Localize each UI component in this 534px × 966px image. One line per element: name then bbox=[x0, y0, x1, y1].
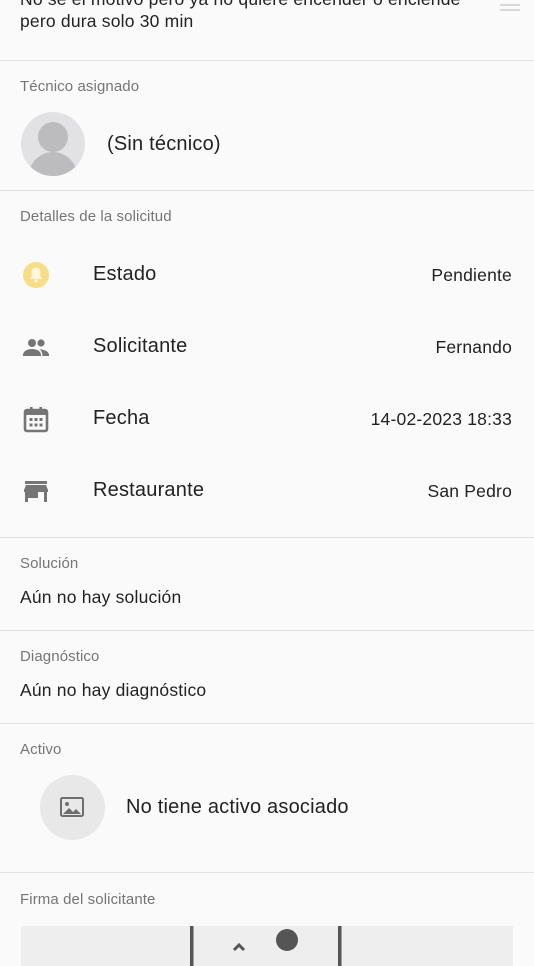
asset-image-placeholder[interactable] bbox=[40, 775, 105, 840]
solution-section-label: Solución bbox=[20, 555, 79, 572]
request-description: No se el motivo pero ya no quiere encend… bbox=[20, 0, 520, 32]
store-icon bbox=[24, 481, 48, 502]
request-description-line-2: pero dura solo 30 min bbox=[20, 11, 194, 31]
diagnosis-text: Aún no hay diagnóstico bbox=[20, 680, 207, 700]
detail-row-date: Fecha 14-02-2023 18:33 bbox=[0, 399, 534, 439]
details-section-label: Detalles de la solicitud bbox=[20, 208, 172, 225]
divider bbox=[0, 723, 534, 724]
detail-label-requester: Solicitante bbox=[93, 335, 188, 357]
divider bbox=[0, 872, 534, 873]
detail-value-restaurant: San Pedro bbox=[427, 481, 512, 501]
divider bbox=[0, 60, 534, 61]
technician-section-label: Técnico asignado bbox=[20, 78, 140, 95]
asset-text: No tiene activo asociado bbox=[126, 796, 349, 818]
people-icon bbox=[23, 339, 49, 356]
detail-row-restaurant: Restaurante San Pedro bbox=[0, 471, 534, 511]
detail-label-date: Fecha bbox=[93, 407, 150, 429]
signature-section-label: Firma del solicitante bbox=[20, 891, 156, 908]
signature-icon bbox=[190, 926, 342, 966]
calendar-icon bbox=[23, 407, 49, 433]
image-icon bbox=[60, 797, 84, 817]
signature-pad[interactable] bbox=[21, 926, 513, 966]
divider bbox=[0, 190, 534, 191]
detail-value-date: 14-02-2023 18:33 bbox=[370, 409, 512, 429]
detail-label-status: Estado bbox=[93, 263, 157, 285]
detail-value-requester: Fernando bbox=[435, 337, 512, 357]
detail-label-restaurant: Restaurante bbox=[93, 479, 205, 501]
divider bbox=[0, 630, 534, 631]
bell-icon bbox=[23, 262, 49, 288]
technician-name: (Sin técnico) bbox=[107, 133, 221, 155]
diagnosis-section-label: Diagnóstico bbox=[20, 648, 100, 665]
divider bbox=[0, 537, 534, 538]
detail-row-requester: Solicitante Fernando bbox=[0, 327, 534, 367]
asset-section-label: Activo bbox=[20, 741, 62, 758]
avatar-icon bbox=[21, 112, 85, 176]
detail-row-status: Estado Pendiente bbox=[0, 255, 534, 295]
solution-text: Aún no hay solución bbox=[20, 587, 182, 607]
request-description-line-1: No se el motivo pero ya no quiere encend… bbox=[20, 0, 520, 10]
detail-value-status: Pendiente bbox=[431, 265, 512, 285]
